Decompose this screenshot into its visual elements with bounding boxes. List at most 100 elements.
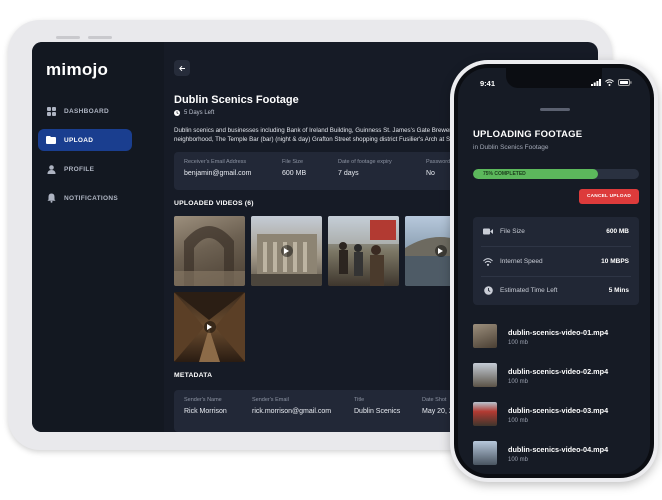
info-label: Receiver's Email Address — [184, 159, 247, 165]
stat-value: 10 MBPS — [601, 258, 629, 265]
meta-title: Title Dublin Scenics — [354, 397, 400, 415]
stat-time-left: Estimated Time Left 5 Mins — [473, 276, 639, 305]
video-camera-icon — [483, 228, 493, 235]
upload-progress-fill: 75% COMPLETED — [473, 169, 598, 179]
status-icons — [591, 79, 632, 86]
bell-icon — [46, 193, 56, 203]
app-logo[interactable]: mimojo — [46, 60, 108, 80]
info-password: Password No — [426, 159, 450, 177]
meta-label: Title — [354, 397, 365, 403]
video-thumbnail[interactable] — [174, 216, 245, 286]
uploaded-videos-heading: UPLOADED VIDEOS (6) — [174, 200, 254, 207]
wifi-status-icon — [605, 79, 614, 86]
sidebar-item-notifications[interactable]: NOTIFICATIONS — [38, 187, 132, 209]
play-icon[interactable] — [203, 321, 216, 333]
meta-sender-name: Sender's Name Rick Morrison — [184, 397, 227, 415]
cancel-upload-button[interactable]: CANCEL UPLOAD — [579, 189, 639, 204]
stat-internet-speed: Internet Speed 10 MBPS — [473, 247, 639, 276]
file-list-item[interactable]: dublin-scenics-video-04.mp4 100 mb — [473, 441, 639, 467]
video-thumbnail[interactable] — [174, 292, 245, 362]
file-thumbnail — [473, 363, 497, 387]
sidebar-item-label: NOTIFICATIONS — [64, 194, 118, 202]
street-crowd-image — [328, 216, 399, 286]
status-time: 9:41 — [480, 79, 496, 88]
clock-icon — [174, 110, 180, 116]
user-icon — [46, 164, 56, 174]
tablet-volume-button — [56, 36, 80, 39]
phone-notch — [506, 68, 602, 88]
file-size: 100 mb — [508, 379, 529, 385]
device-mockup-stage: mimojo DASHBOARD UPLOAD PROFILE NOTIFICA… — [0, 0, 662, 500]
meta-sender-email: Sender's Email rick.morrison@gmail.com — [252, 397, 331, 415]
page-title: Dublin Scenics Footage — [174, 94, 299, 106]
clock-icon — [483, 286, 493, 295]
signal-icon — [591, 79, 601, 86]
sidebar-item-label: DASHBOARD — [64, 107, 109, 115]
file-list-item[interactable]: dublin-scenics-video-02.mp4 100 mb — [473, 363, 639, 389]
file-name: dublin-scenics-video-03.mp4 — [508, 406, 609, 415]
tablet-volume-button — [88, 36, 112, 39]
sidebar-item-label: UPLOAD — [64, 136, 94, 144]
sidebar-item-label: PROFILE — [64, 165, 95, 173]
dashboard-grid-icon — [46, 106, 56, 116]
phone-screen: 9:41 UPLOADING FOOTAGE in Dublin Scenics… — [458, 68, 650, 474]
battery-icon — [618, 79, 632, 86]
meta-label: Sender's Name — [184, 397, 222, 403]
file-size: 100 mb — [508, 340, 529, 346]
stat-value: 5 Mins — [608, 287, 629, 294]
stat-value: 600 MB — [606, 228, 629, 235]
info-label: Date of footage expiry — [338, 159, 392, 165]
file-thumbnail — [473, 441, 497, 465]
info-value: No — [426, 170, 435, 177]
play-icon[interactable] — [280, 245, 293, 257]
file-size: 100 mb — [508, 418, 529, 424]
file-name: dublin-scenics-video-01.mp4 — [508, 328, 609, 337]
info-file-size: File Size 600 MB — [282, 159, 306, 177]
file-list-item[interactable]: dublin-scenics-video-03.mp4 100 mb — [473, 402, 639, 428]
file-thumbnail — [473, 324, 497, 348]
video-thumbnail[interactable] — [328, 216, 399, 286]
file-name: dublin-scenics-video-02.mp4 — [508, 367, 609, 376]
wifi-icon — [483, 257, 493, 266]
stat-label: Estimated Time Left — [500, 287, 558, 294]
folder-icon — [46, 135, 56, 145]
sidebar: mimojo DASHBOARD UPLOAD PROFILE NOTIFICA… — [32, 42, 164, 432]
play-icon[interactable] — [434, 245, 447, 257]
meta-value: Rick Morrison — [184, 408, 227, 415]
sidebar-item-dashboard[interactable]: DASHBOARD — [38, 100, 132, 122]
days-left-text: 5 Days Left — [184, 110, 215, 116]
upload-title: UPLOADING FOOTAGE — [473, 129, 583, 140]
arrow-left-icon — [178, 65, 185, 71]
meta-label: Sender's Email — [252, 397, 289, 403]
info-value: 600 MB — [282, 170, 307, 177]
progress-label: 75% COMPLETED — [483, 171, 526, 177]
stat-label: File Size — [500, 228, 525, 235]
video-thumbnail[interactable] — [251, 216, 322, 286]
info-expiry: Date of footage expiry 7 days — [338, 159, 392, 177]
info-label: File Size — [282, 159, 304, 165]
upload-progress-bar: 75% COMPLETED — [473, 169, 639, 179]
days-left-label: 5 Days Left — [174, 110, 214, 116]
file-thumbnail — [473, 402, 497, 426]
upload-stats-panel: File Size 600 MB Internet Speed 10 MBPS — [473, 217, 639, 305]
meta-value: May 20, 2 — [422, 408, 453, 415]
archway-street-image — [174, 226, 245, 286]
sidebar-item-profile[interactable]: PROFILE — [38, 158, 132, 180]
meta-date-shot: Date Shot May 20, 2 — [422, 397, 453, 415]
file-size: 100 mb — [508, 457, 529, 463]
info-label: Password — [426, 159, 451, 165]
upload-subtitle: in Dublin Scenics Footage — [473, 144, 549, 151]
sidebar-item-upload[interactable]: UPLOAD — [38, 129, 132, 151]
meta-label: Date Shot — [422, 397, 447, 403]
sheet-grabber[interactable] — [540, 108, 570, 111]
metadata-heading: METADATA — [174, 372, 213, 379]
stat-label: Internet Speed — [500, 258, 543, 265]
meta-value: Dublin Scenics — [354, 408, 401, 415]
file-list-item[interactable]: dublin-scenics-video-01.mp4 100 mb — [473, 324, 639, 350]
info-value: benjamin@gmail.com — [184, 170, 252, 177]
back-button[interactable] — [174, 60, 190, 76]
meta-value: rick.morrison@gmail.com — [252, 408, 332, 415]
stat-file-size: File Size 600 MB — [473, 217, 639, 246]
info-value: 7 days — [338, 170, 359, 177]
phone-device: 9:41 UPLOADING FOOTAGE in Dublin Scenics… — [450, 60, 658, 482]
